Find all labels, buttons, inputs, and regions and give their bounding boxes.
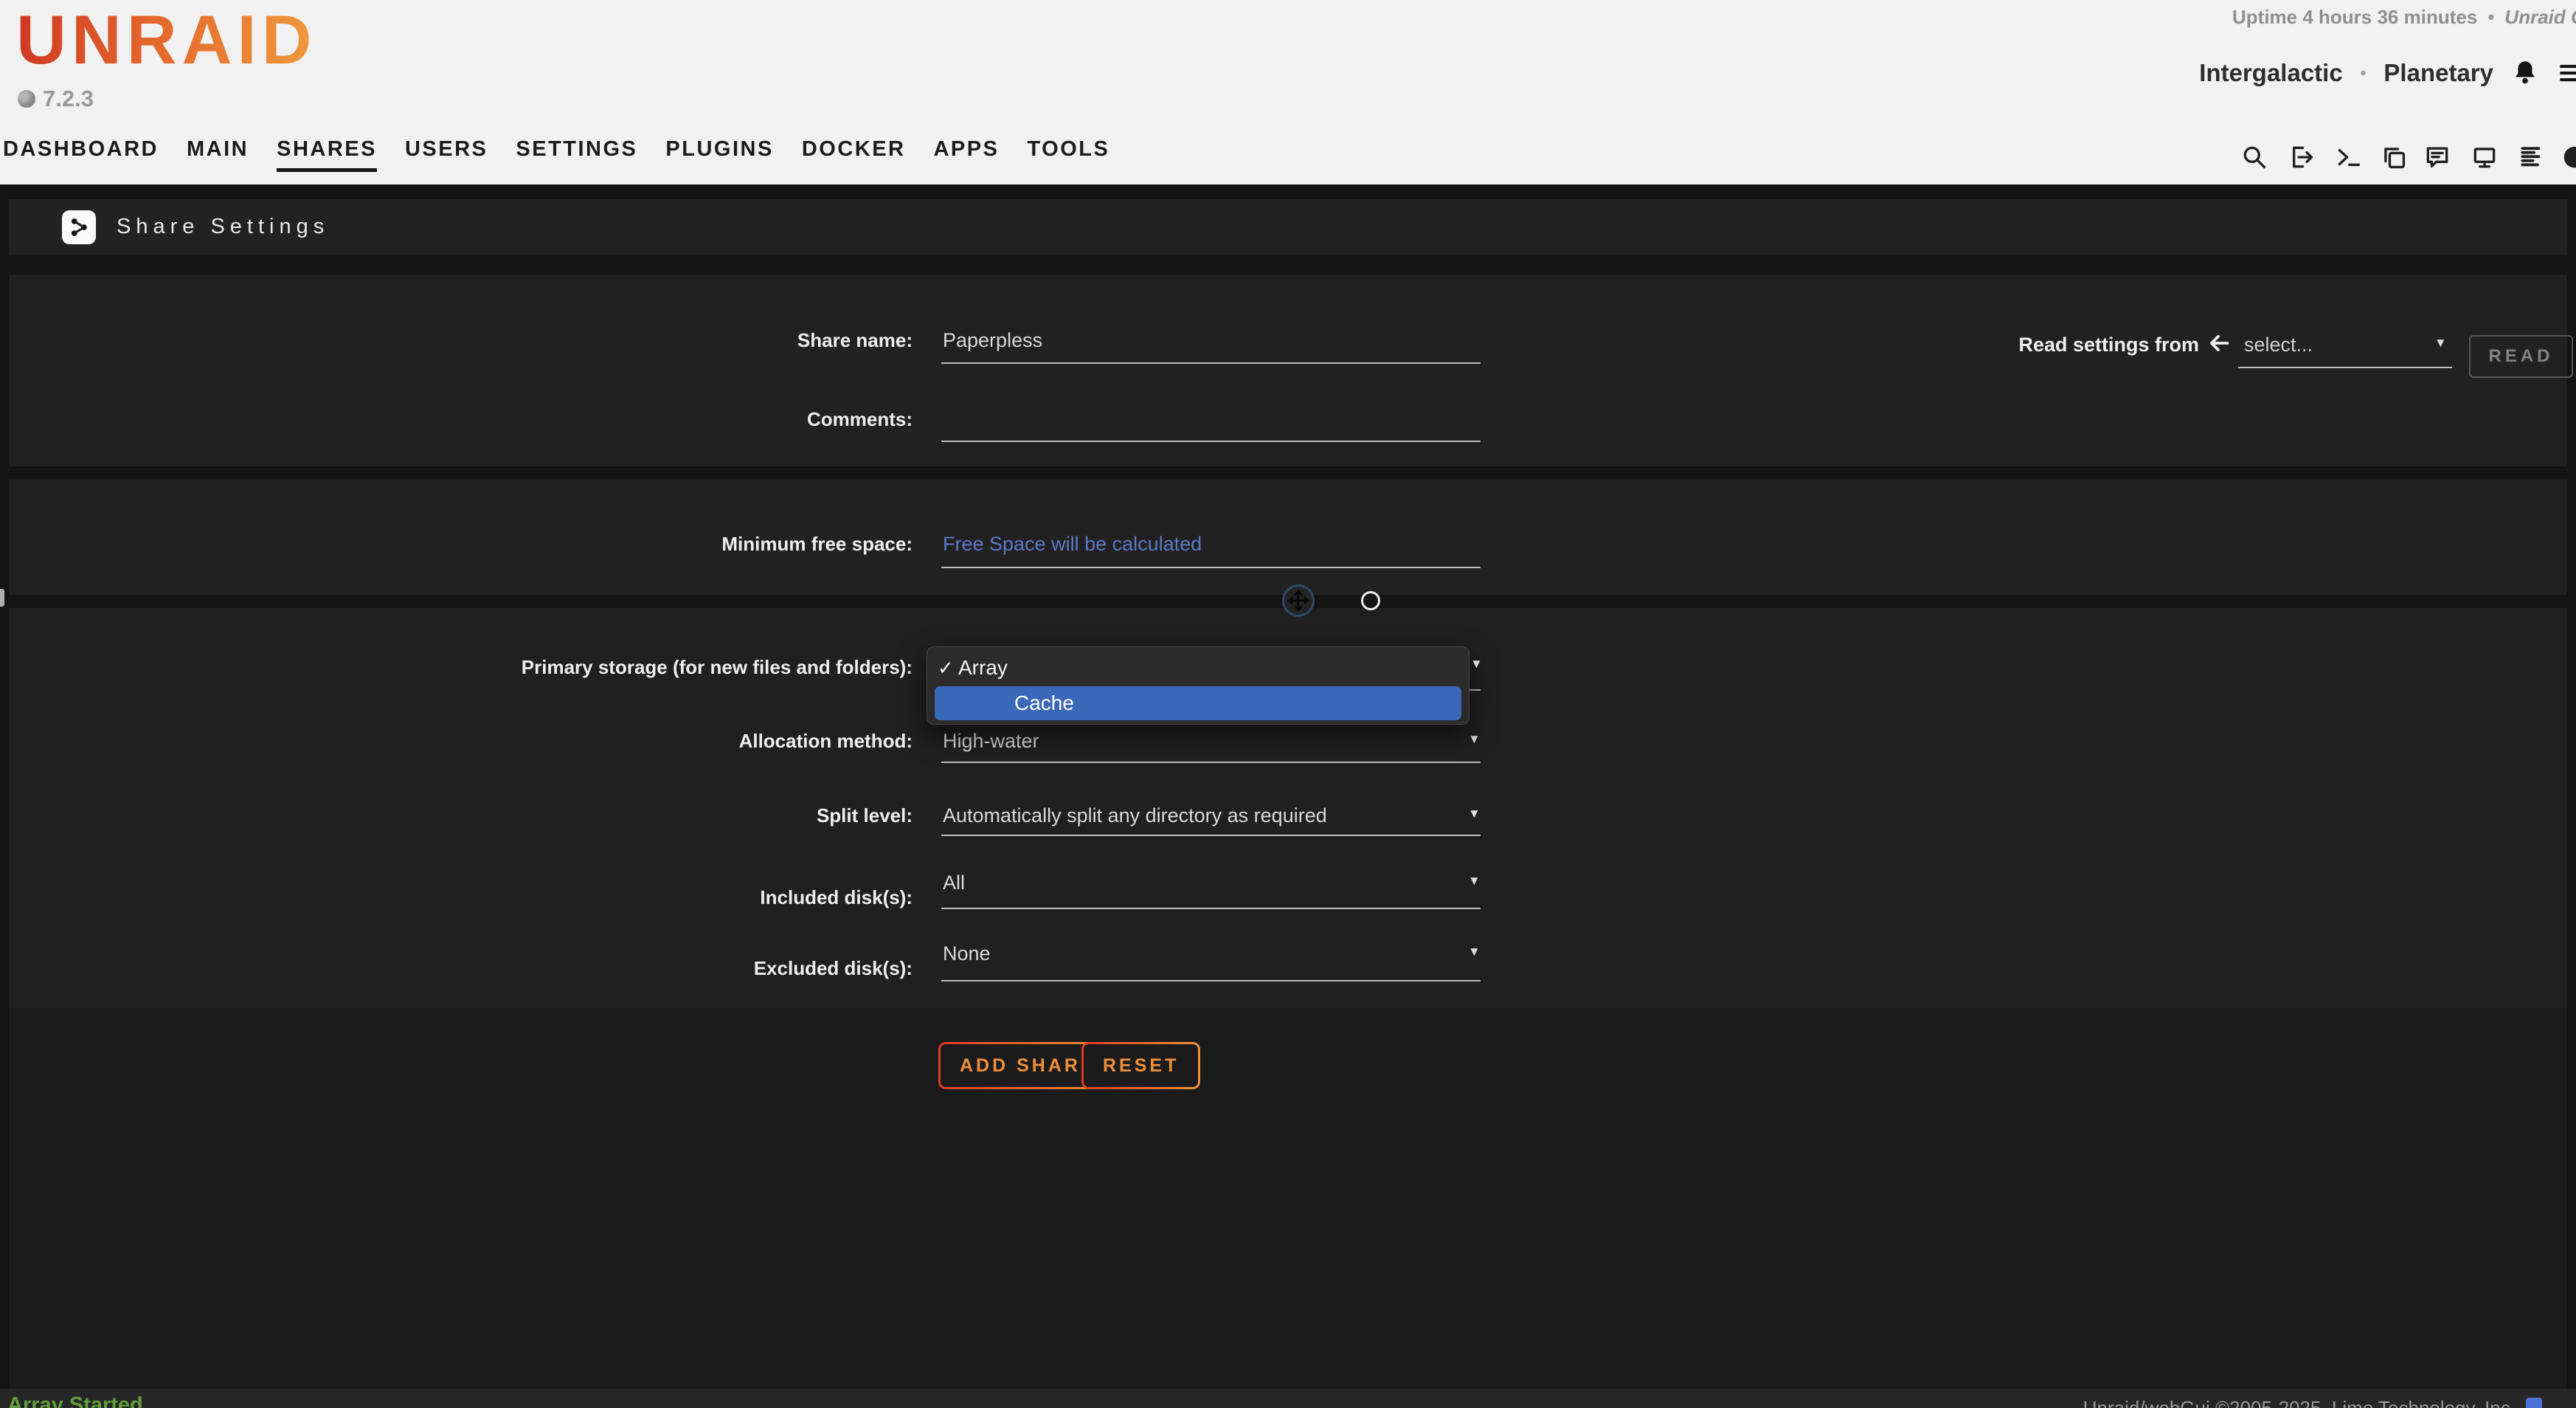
comments-underline <box>941 441 1481 442</box>
comments-label: Comments: <box>0 407 913 432</box>
array-status: Array Started <box>7 1393 143 1408</box>
dropdown-option-cache[interactable]: Cache <box>935 686 1461 720</box>
nav-utility-icons <box>0 142 2576 175</box>
footer: Array Started Unraid/webGui ©2005-2025, … <box>0 1389 2576 1408</box>
terminal-icon[interactable] <box>2334 142 2364 172</box>
monitor-icon[interactable] <box>2470 142 2499 172</box>
split-level-underline <box>941 835 1481 836</box>
form-section-identity <box>9 275 2567 466</box>
read-settings-underline <box>2238 367 2452 368</box>
header: UNRAID 7.2.3 Uptime 4 hours 36 minutes•U… <box>0 0 2576 184</box>
separator-dot: • <box>2361 63 2366 83</box>
allocation-method-select[interactable]: High-water <box>943 728 1039 753</box>
excluded-disks-underline <box>941 980 1481 981</box>
search-icon[interactable] <box>2240 142 2269 172</box>
uptime-status: Uptime 4 hours 36 minutes • Unraid OS Star… <box>2232 6 2576 29</box>
read-settings-select[interactable]: select... <box>2244 332 2313 357</box>
reset-button[interactable]: RESET <box>1081 1042 1200 1089</box>
flag-icon[interactable] <box>2526 1398 2542 1408</box>
chevron-down-icon[interactable]: ▼ <box>1468 874 1481 888</box>
share-name-input[interactable]: Paperpless <box>943 328 1042 353</box>
split-level-label: Split level: <box>0 803 913 828</box>
log-icon[interactable] <box>2517 142 2546 172</box>
unraid-share-settings-page: UNRAID 7.2.3 Uptime 4 hours 36 minutes•U… <box>0 0 2576 1408</box>
excluded-disks-select[interactable]: None <box>943 941 991 966</box>
included-disks-underline <box>941 908 1481 909</box>
hamburger-menu-icon[interactable] <box>2557 59 2576 87</box>
excluded-disks-label: Excluded disk(s): <box>0 956 913 981</box>
split-level-select[interactable]: Automatically split any directory as req… <box>943 803 1327 828</box>
primary-storage-dropdown-menu: ✓ Array Cache <box>927 646 1469 725</box>
chevron-down-icon[interactable]: ▼ <box>1468 732 1481 747</box>
chevron-down-icon[interactable]: ▼ <box>1468 807 1481 821</box>
share-name-underline <box>941 362 1481 364</box>
chevron-down-icon[interactable]: ▼ <box>2434 336 2447 351</box>
included-disks-label: Included disk(s): <box>0 885 913 910</box>
form-section-actions <box>9 1008 2567 1389</box>
page-title: Share Settings <box>117 215 329 239</box>
allocation-method-underline <box>941 762 1481 763</box>
screen-edge-artifact <box>0 589 4 607</box>
page-titlebar: Share Settings <box>9 199 2567 255</box>
share-name-label: Share name: <box>0 328 913 353</box>
arrow-left-icon <box>2206 331 2231 359</box>
dropdown-option-array[interactable]: ✓ Array <box>927 651 1469 685</box>
chevron-down-icon[interactable]: ▼ <box>1468 945 1481 959</box>
uptime-text: Uptime 4 hours 36 minutes <box>2232 6 2477 28</box>
version-dot-icon <box>18 90 35 108</box>
included-disks-select[interactable]: All <box>943 870 965 895</box>
copy-icon[interactable] <box>2379 142 2409 172</box>
min-free-space-underline <box>941 567 1481 568</box>
click-indicator-icon <box>1361 591 1380 610</box>
share-icon <box>62 210 96 244</box>
min-free-space-input[interactable]: Free Space will be calculated <box>943 531 1202 556</box>
server-name: Intergalactic <box>2199 59 2342 87</box>
copyright-text: Unraid/webGui ©2005-2025, Lime Technolog… <box>2083 1397 2516 1408</box>
unraid-logo[interactable]: UNRAID <box>16 1 317 77</box>
read-settings-label: Read settings from <box>1881 332 2199 357</box>
allocation-method-label: Allocation method: <box>0 728 913 753</box>
os-edition-text: Unraid OS Starter <box>2504 6 2576 28</box>
chevron-down-icon[interactable]: ▼ <box>1470 657 1483 672</box>
min-free-space-label: Minimum free space: <box>0 531 913 556</box>
check-icon: ✓ <box>938 657 954 680</box>
read-button[interactable]: READ <box>2469 335 2573 378</box>
bell-icon[interactable] <box>2511 59 2539 87</box>
separator-dot: • <box>2487 6 2494 28</box>
feedback-icon[interactable] <box>2423 142 2452 172</box>
user-profile-icon[interactable] <box>2560 142 2576 172</box>
primary-storage-label: Primary storage (for new files and folde… <box>0 655 913 680</box>
move-cursor-icon <box>1282 584 1315 617</box>
server-description: Planetary <box>2383 59 2493 87</box>
version-badge: 7.2.3 <box>18 86 94 112</box>
sign-out-icon[interactable] <box>2287 142 2316 172</box>
version-number: 7.2.3 <box>43 86 94 112</box>
server-identity: Intergalactic • Planetary <box>2199 59 2576 87</box>
